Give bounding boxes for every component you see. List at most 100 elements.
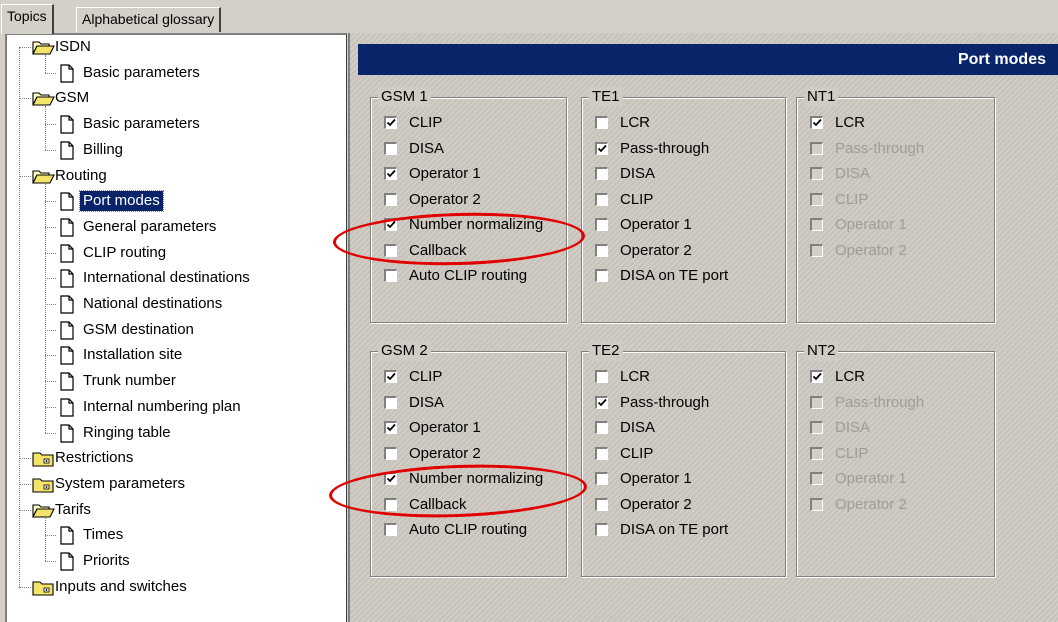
checkmark-icon <box>597 398 607 406</box>
checkbox-unchecked[interactable] <box>595 192 608 206</box>
checkbox-label-text: CLIP <box>409 114 443 131</box>
tree-connector <box>19 47 20 587</box>
checkbox-unchecked[interactable] <box>384 497 397 511</box>
checkbox-label: DISA on TE port <box>620 266 728 286</box>
checkbox-checked[interactable] <box>595 395 608 409</box>
checkbox-unchecked[interactable] <box>384 269 397 282</box>
checkbox-label-text: Operator 2 <box>835 495 907 513</box>
checkbox-unchecked[interactable] <box>384 243 397 257</box>
checkbox-label-text: CLIP <box>835 190 869 208</box>
checkbox-label: Operator 2 <box>409 444 481 464</box>
tree-item-label: International destinations <box>83 269 250 287</box>
checkbox-unchecked[interactable] <box>595 497 608 511</box>
checkbox-unchecked[interactable] <box>384 192 397 206</box>
tree-item[interactable]: Trunk number <box>7 369 343 393</box>
tree-item[interactable]: Times <box>7 523 343 547</box>
tree-connector <box>45 381 56 383</box>
tree-item[interactable]: Basic parameters <box>7 112 343 136</box>
tree-item[interactable]: Priorits <box>7 549 343 573</box>
checkbox-unchecked[interactable] <box>384 446 397 460</box>
tree-item-label: Internal numbering plan <box>83 397 241 415</box>
checkbox-label-text: DISA on TE port <box>620 267 729 284</box>
checkbox-unchecked[interactable] <box>595 218 608 231</box>
group-title: TE1 <box>589 87 623 107</box>
checkbox-checked[interactable] <box>384 116 397 129</box>
tree-item[interactable]: GSM destination <box>7 318 343 342</box>
checkbox-checked[interactable] <box>384 218 397 231</box>
checkbox-unchecked <box>810 243 823 257</box>
tree-item[interactable]: Billing <box>7 138 343 162</box>
checkbox-checked[interactable] <box>810 116 823 129</box>
tree-item-label: Priorits <box>83 552 130 569</box>
tree-item[interactable]: CLIP routing <box>7 241 343 265</box>
tree-item[interactable]: Ringing table <box>7 421 343 445</box>
tree-connector <box>45 535 56 537</box>
tree-item[interactable]: ISDN <box>7 35 343 59</box>
closed-folder-icon <box>31 448 54 468</box>
checkbox-label-text: Callback <box>409 495 467 513</box>
tree-item[interactable]: Basic parameters <box>7 61 343 85</box>
checkbox-unchecked[interactable] <box>595 167 608 180</box>
checkbox-label: Operator 2 <box>620 241 692 261</box>
checkbox-unchecked[interactable] <box>595 421 608 434</box>
checkbox-label-text: LCR <box>835 114 866 131</box>
tree-item[interactable]: Restrictions <box>7 446 343 470</box>
tree-item[interactable]: Port modes <box>7 189 343 213</box>
checkbox-unchecked <box>810 218 823 231</box>
checkbox-unchecked[interactable] <box>595 116 608 129</box>
checkbox-unchecked[interactable] <box>595 269 608 282</box>
checkbox-unchecked[interactable] <box>384 523 397 536</box>
tree-item-label: Restrictions <box>55 449 134 467</box>
tree-item[interactable]: National destinations <box>7 292 343 316</box>
checkbox-unchecked[interactable] <box>595 370 608 383</box>
tree-item[interactable]: International destinations <box>7 266 343 290</box>
checkbox-label: LCR <box>835 367 865 387</box>
page-title: Port modes <box>358 44 1058 75</box>
checkbox-checked[interactable] <box>810 370 823 383</box>
checkbox-label-text: DISA on TE port <box>620 521 729 538</box>
checkbox-checked[interactable] <box>384 167 397 180</box>
tree-connector <box>45 406 56 408</box>
tree-item[interactable]: Inputs and switches <box>7 575 343 599</box>
checkbox-label: DISA <box>620 164 655 184</box>
checkbox-checked[interactable] <box>384 370 397 383</box>
tree-item-label: Installation site <box>83 346 183 364</box>
tree-connector <box>45 201 56 203</box>
tree-item[interactable]: GSM <box>7 86 343 110</box>
tree-item[interactable]: General parameters <box>7 215 343 239</box>
tree-item[interactable]: Internal numbering plan <box>7 395 343 419</box>
port-modes-pane: Port modes GSM 1 CLIP DISA Operator 1 Operat… <box>348 33 1058 622</box>
tree-item[interactable]: Tarifs <box>7 498 343 522</box>
tree-item[interactable]: Routing <box>7 164 343 188</box>
topics-tree[interactable]: ISDN Basic parameters GSM Basic parameters B… <box>5 33 347 622</box>
tree-item-label: Billing <box>83 140 124 158</box>
checkbox-checked[interactable] <box>384 472 397 485</box>
document-icon <box>56 525 78 545</box>
group-title: GSM 1 <box>378 87 431 107</box>
checkbox-checked[interactable] <box>595 141 608 155</box>
checkbox-checked[interactable] <box>384 421 397 434</box>
tree-item[interactable]: System parameters <box>7 472 343 496</box>
checkbox-unchecked[interactable] <box>595 523 608 536</box>
checkbox-label-text: DISA <box>835 419 871 436</box>
checkbox-label: Callback <box>409 495 467 515</box>
checkbox-label-text: Operator 2 <box>835 241 907 259</box>
checkbox-unchecked[interactable] <box>595 472 608 485</box>
checkbox-unchecked[interactable] <box>384 141 397 155</box>
checkbox-label-text: Operator 2 <box>409 444 481 462</box>
tab-alphabetical-glossary[interactable]: Alphabetical glossary <box>76 7 222 32</box>
document-icon <box>56 371 78 391</box>
checkmark-icon <box>812 118 822 127</box>
group-nt2: NT2 LCR Pass-through DISA CLIP Operator 1 Oper… <box>796 341 995 577</box>
checkbox-label: Operator 1 <box>409 164 481 184</box>
tree-item-label: GSM destination <box>83 320 194 338</box>
tree-item[interactable]: Installation site <box>7 343 343 367</box>
tree-item-label: Tarifs <box>55 500 91 518</box>
checkbox-label: CLIP <box>835 190 868 210</box>
checkbox-unchecked[interactable] <box>595 243 608 257</box>
checkbox-label-text: LCR <box>835 368 866 385</box>
checkmark-icon <box>386 423 396 432</box>
tab-topics[interactable]: Topics <box>1 4 54 34</box>
checkbox-unchecked[interactable] <box>595 446 608 460</box>
checkbox-unchecked[interactable] <box>384 395 397 409</box>
